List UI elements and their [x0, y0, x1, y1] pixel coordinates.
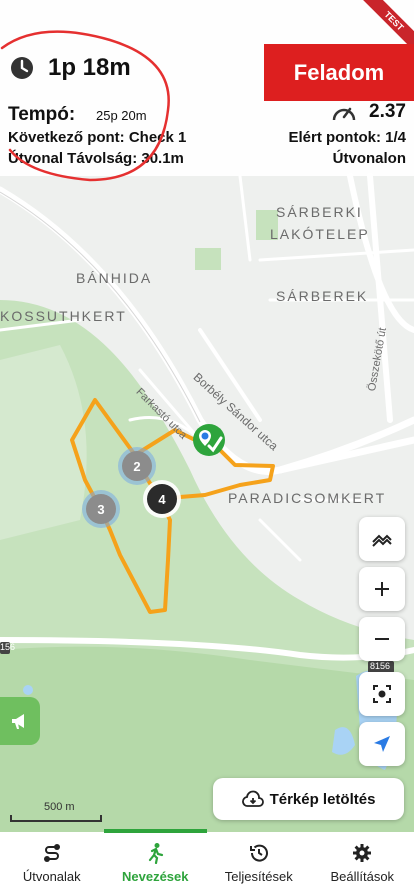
reached-points-text: Elért pontok: 1/4 — [288, 129, 406, 146]
speedometer-icon — [332, 107, 356, 121]
cloud-download-icon — [241, 790, 264, 807]
download-map-label: Térkép letöltés — [269, 790, 376, 808]
give-up-button[interactable]: Feladom — [264, 44, 414, 101]
map-label-sarberki: SÁRBERKI — [276, 204, 363, 220]
pace-value: 25p 20m — [96, 108, 147, 123]
elapsed-timer: 1p 18m — [10, 54, 131, 82]
scale-label: 500 m — [44, 801, 75, 813]
checkpoint-4-marker[interactable]: 4 — [147, 484, 177, 514]
timer-value: 1p 18m — [48, 54, 131, 81]
layers-button[interactable] — [359, 517, 405, 561]
checkpoint-3-marker[interactable]: 3 — [86, 494, 116, 524]
route-distance-text: Útvonal Távolság: 30.1m — [8, 150, 184, 167]
clock-icon — [11, 57, 33, 79]
zoom-in-button[interactable] — [359, 567, 405, 611]
map-label-paradicsomkert: PARADICSOMKERT — [228, 490, 387, 506]
nav-item-routes[interactable]: Útvonalak — [0, 832, 104, 896]
megaphone-icon — [12, 714, 24, 729]
nav-label-routes: Útvonalak — [22, 869, 81, 884]
nav-label-results: Teljesítések — [224, 869, 293, 884]
gear-icon — [353, 844, 372, 862]
bottom-navigation: Útvonalak Nevezések Teljesítések Beállít… — [0, 829, 414, 896]
road-shield-156: 156 — [0, 642, 16, 652]
center-map-button[interactable] — [359, 672, 405, 716]
road-shield-8156: 8156 — [370, 661, 391, 671]
runner-icon — [149, 843, 164, 864]
nav-item-settings[interactable]: Beállítások — [311, 832, 414, 896]
minus-icon — [375, 638, 389, 640]
route-icon — [43, 844, 60, 862]
nav-label-settings: Beállítások — [330, 869, 395, 884]
nav-item-results[interactable]: Teljesítések — [207, 832, 311, 896]
map-label-lakotelep: LAKÓTELEP — [270, 226, 370, 242]
focus-icon — [373, 685, 391, 703]
next-point-text: Következő pont: Check 1 — [8, 129, 187, 146]
announcement-button[interactable] — [0, 697, 40, 745]
map-label-kossuthkert: KOSSUTHKERT — [0, 308, 127, 324]
pace-label: Tempó: — [8, 104, 76, 125]
navigation-arrow-icon — [374, 736, 390, 752]
download-map-button[interactable]: Térkép letöltés — [213, 778, 404, 820]
nav-label-entries: Nevezések — [122, 869, 189, 884]
nav-item-entries[interactable]: Nevezések — [103, 829, 208, 896]
terrain-icon — [372, 534, 392, 547]
my-location-button[interactable] — [359, 722, 405, 766]
zoom-out-button[interactable] — [359, 617, 405, 661]
map-label-sarberek: SÁRBEREK — [276, 288, 369, 304]
speed-value: 2.37 — [369, 101, 406, 122]
start-location-marker[interactable] — [193, 424, 225, 456]
location-pin-icon — [199, 430, 223, 453]
plus-icon — [375, 582, 389, 596]
map-scale: 500 m — [10, 801, 110, 823]
speed-display: 2.37 — [331, 101, 406, 123]
checkpoint-2-marker[interactable]: 2 — [122, 451, 152, 481]
history-icon — [249, 844, 268, 862]
route-status-text: Útvonalon — [332, 150, 406, 167]
map-label-banhida: BÁNHIDA — [76, 270, 153, 286]
